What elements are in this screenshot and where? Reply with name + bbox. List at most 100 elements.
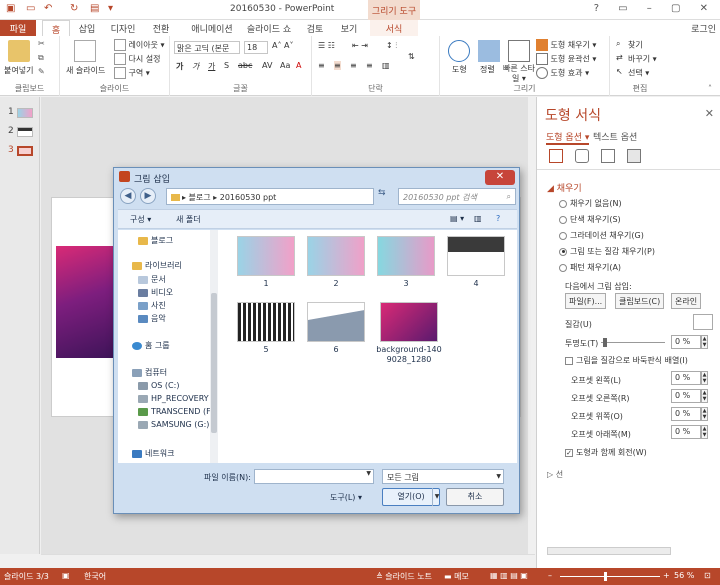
login-link[interactable]: 로그인 [691, 22, 716, 35]
justify-icon[interactable]: ≡ [366, 61, 373, 70]
nav-item-network[interactable]: 네트워크 [132, 448, 174, 459]
radio-pattern-fill[interactable]: 패턴 채우기(A) [559, 262, 621, 273]
offset-top-field[interactable]: 0 % [671, 407, 701, 421]
tab-review[interactable]: 검토 [302, 20, 328, 36]
text-direction-icon[interactable]: ⇅ [408, 52, 415, 61]
file-item[interactable]: 6 [306, 302, 366, 355]
transparency-field[interactable]: 0 % [671, 335, 701, 349]
file-item[interactable]: 1 [236, 236, 296, 289]
file-item[interactable]: 2 [306, 236, 366, 289]
section-button[interactable]: 구역 ▾ [114, 67, 150, 79]
tab-insert[interactable]: 삽입 [74, 20, 100, 36]
fill-section-title[interactable]: ◢ 채우기 [547, 181, 582, 194]
file-item[interactable]: background-1409028_1280 [376, 302, 442, 365]
spinner-icon[interactable]: ▲ ▼ [701, 371, 708, 385]
zoom-out-icon[interactable]: – [548, 571, 552, 580]
file-item[interactable]: 3 [376, 236, 436, 289]
window-controls[interactable]: ? ▭ – ▢ ✕ [594, 3, 716, 14]
undo-icon[interactable]: ↶ [44, 3, 52, 14]
nav-item-computer[interactable]: 컴퓨터 [132, 367, 167, 378]
reset-button[interactable]: 다시 설정 [114, 53, 161, 65]
scrollbar-thumb[interactable] [211, 293, 217, 433]
char-spacing-icon[interactable]: AV [262, 61, 272, 70]
font-name-select[interactable]: 맑은 고딕 (본문 [174, 41, 240, 54]
rotate-with-shape-checkbox[interactable]: ✓ 도형과 함께 회전(W) [565, 447, 647, 458]
nav-item-transcend[interactable]: TRANSCEND (F:) [138, 407, 213, 416]
pane-horizontal-scrollbar[interactable] [547, 547, 671, 555]
quick-styles-icon[interactable] [508, 40, 530, 62]
layout-button[interactable]: 레이아웃 ▾ [114, 39, 165, 51]
radio-no-fill[interactable]: 채우기 없음(N) [559, 198, 622, 209]
spinner-icon[interactable]: ▲ ▼ [701, 335, 708, 349]
spinner-icon[interactable]: ▲ ▼ [701, 407, 708, 421]
font-size-select[interactable]: 18 [244, 41, 268, 54]
arrange-button[interactable]: 정렬 [480, 64, 495, 75]
radio-gradient-fill[interactable]: 그라데이션 채우기(G) [559, 230, 644, 241]
find-button[interactable]: ⌕ 찾기 [616, 39, 643, 51]
tab-text-options[interactable]: 텍스트 옵션 [593, 130, 637, 143]
new-slide-button[interactable]: 새 슬라이드 [66, 65, 105, 76]
redo-icon[interactable]: ↻ [70, 3, 78, 14]
align-left-icon[interactable]: ≡ [318, 61, 325, 70]
chevron-down-icon[interactable]: ▼ [366, 470, 371, 477]
search-input[interactable]: 20160530 ppt 검색 ⌕ [398, 188, 516, 205]
cancel-button[interactable]: 취소 [446, 488, 504, 506]
line-spacing-icon[interactable]: ↕ ⫶ [386, 41, 397, 51]
nav-item-homegroup[interactable]: 홈 그룹 [132, 340, 170, 351]
language-indicator[interactable]: 한국어 [84, 571, 106, 582]
customize-qat-icon[interactable]: ▾ [108, 3, 113, 14]
zoom-level[interactable]: 56 % [674, 571, 694, 580]
grow-font-icon[interactable]: A˄ A˅ [272, 41, 294, 50]
nav-item-blog[interactable]: 블로그 [138, 235, 173, 246]
italic-icon[interactable]: 가 [192, 61, 199, 72]
back-icon[interactable]: ◀ [120, 188, 136, 204]
bullets-icon[interactable]: ☰ ☷ [318, 41, 335, 50]
underline-icon[interactable]: 가 [208, 61, 215, 72]
copy-icon[interactable]: ⧉ [38, 53, 44, 63]
view-options-icon[interactable]: ▤ ▾ [450, 214, 464, 223]
tab-format[interactable]: 서식 [370, 20, 418, 36]
refresh-icon[interactable]: ⇆ [378, 188, 392, 204]
nav-item-hp-recovery[interactable]: HP_RECOVERY ( [138, 394, 213, 403]
shapes-button[interactable]: 도형 [452, 64, 467, 75]
cut-icon[interactable]: ✂ [38, 39, 45, 48]
align-center-icon[interactable]: ≡ [334, 61, 341, 70]
format-painter-icon[interactable]: ✎ [38, 67, 45, 76]
quick-styles-button[interactable]: 빠른 스타일 ▾ [502, 64, 536, 84]
new-folder-button[interactable]: 새 폴더 [176, 214, 201, 225]
preview-pane-icon[interactable]: ▥ [474, 214, 482, 223]
picture-icon[interactable] [627, 149, 641, 163]
tab-home[interactable]: 홈 [42, 20, 70, 36]
collapse-ribbon-icon[interactable]: ˄ [708, 84, 712, 93]
filename-input[interactable]: ▼ [254, 469, 374, 484]
clipboard-button[interactable]: 클립보드(C) [615, 293, 665, 309]
radio-picture-fill[interactable]: 그림 또는 질감 채우기(P) [559, 246, 655, 257]
slide-thumbnail[interactable] [17, 108, 33, 118]
new-slide-icon[interactable] [74, 40, 96, 62]
nav-item-videos[interactable]: 비디오 [138, 287, 173, 298]
offset-right-field[interactable]: 0 % [671, 389, 701, 403]
view-normal-icon[interactable]: ▦ ▥ ▤ ▣ [490, 571, 528, 580]
file-button[interactable]: 파일(F)... [565, 293, 607, 309]
shape-effects-button[interactable]: 도형 효과 ▾ [536, 67, 589, 79]
forward-icon[interactable]: ▶ [140, 188, 156, 204]
online-button[interactable]: 온라인 [671, 293, 702, 309]
notes-button[interactable]: ≜ 슬라이드 노트 [376, 571, 432, 582]
columns-icon[interactable]: ▥ [382, 61, 390, 70]
size-properties-icon[interactable] [601, 149, 615, 163]
paste-icon[interactable] [8, 40, 30, 62]
canvas-horizontal-scrollbar[interactable] [41, 554, 535, 568]
tile-checkbox[interactable]: 그림을 질감으로 바둑판식 배열(I) [565, 355, 688, 366]
select-button[interactable]: ↖ 선택 ▾ [616, 67, 649, 79]
effects-icon[interactable] [575, 149, 589, 163]
fit-slide-icon[interactable]: ⊡ [704, 571, 711, 580]
offset-left-field[interactable]: 0 % [671, 371, 701, 385]
tab-view[interactable]: 보기 [336, 20, 362, 36]
slide-thumbnail-selected[interactable] [17, 146, 33, 156]
shape-fill-button[interactable]: 도형 채우기 ▾ [536, 39, 596, 51]
pane-close-icon[interactable]: ✕ [705, 107, 714, 120]
slideshow-start-icon[interactable]: ▤ [90, 3, 99, 14]
nav-item-samsung[interactable]: SAMSUNG (G:) [138, 420, 209, 429]
spelling-icon[interactable]: ▣ [62, 571, 70, 580]
texture-picker[interactable] [693, 314, 713, 330]
